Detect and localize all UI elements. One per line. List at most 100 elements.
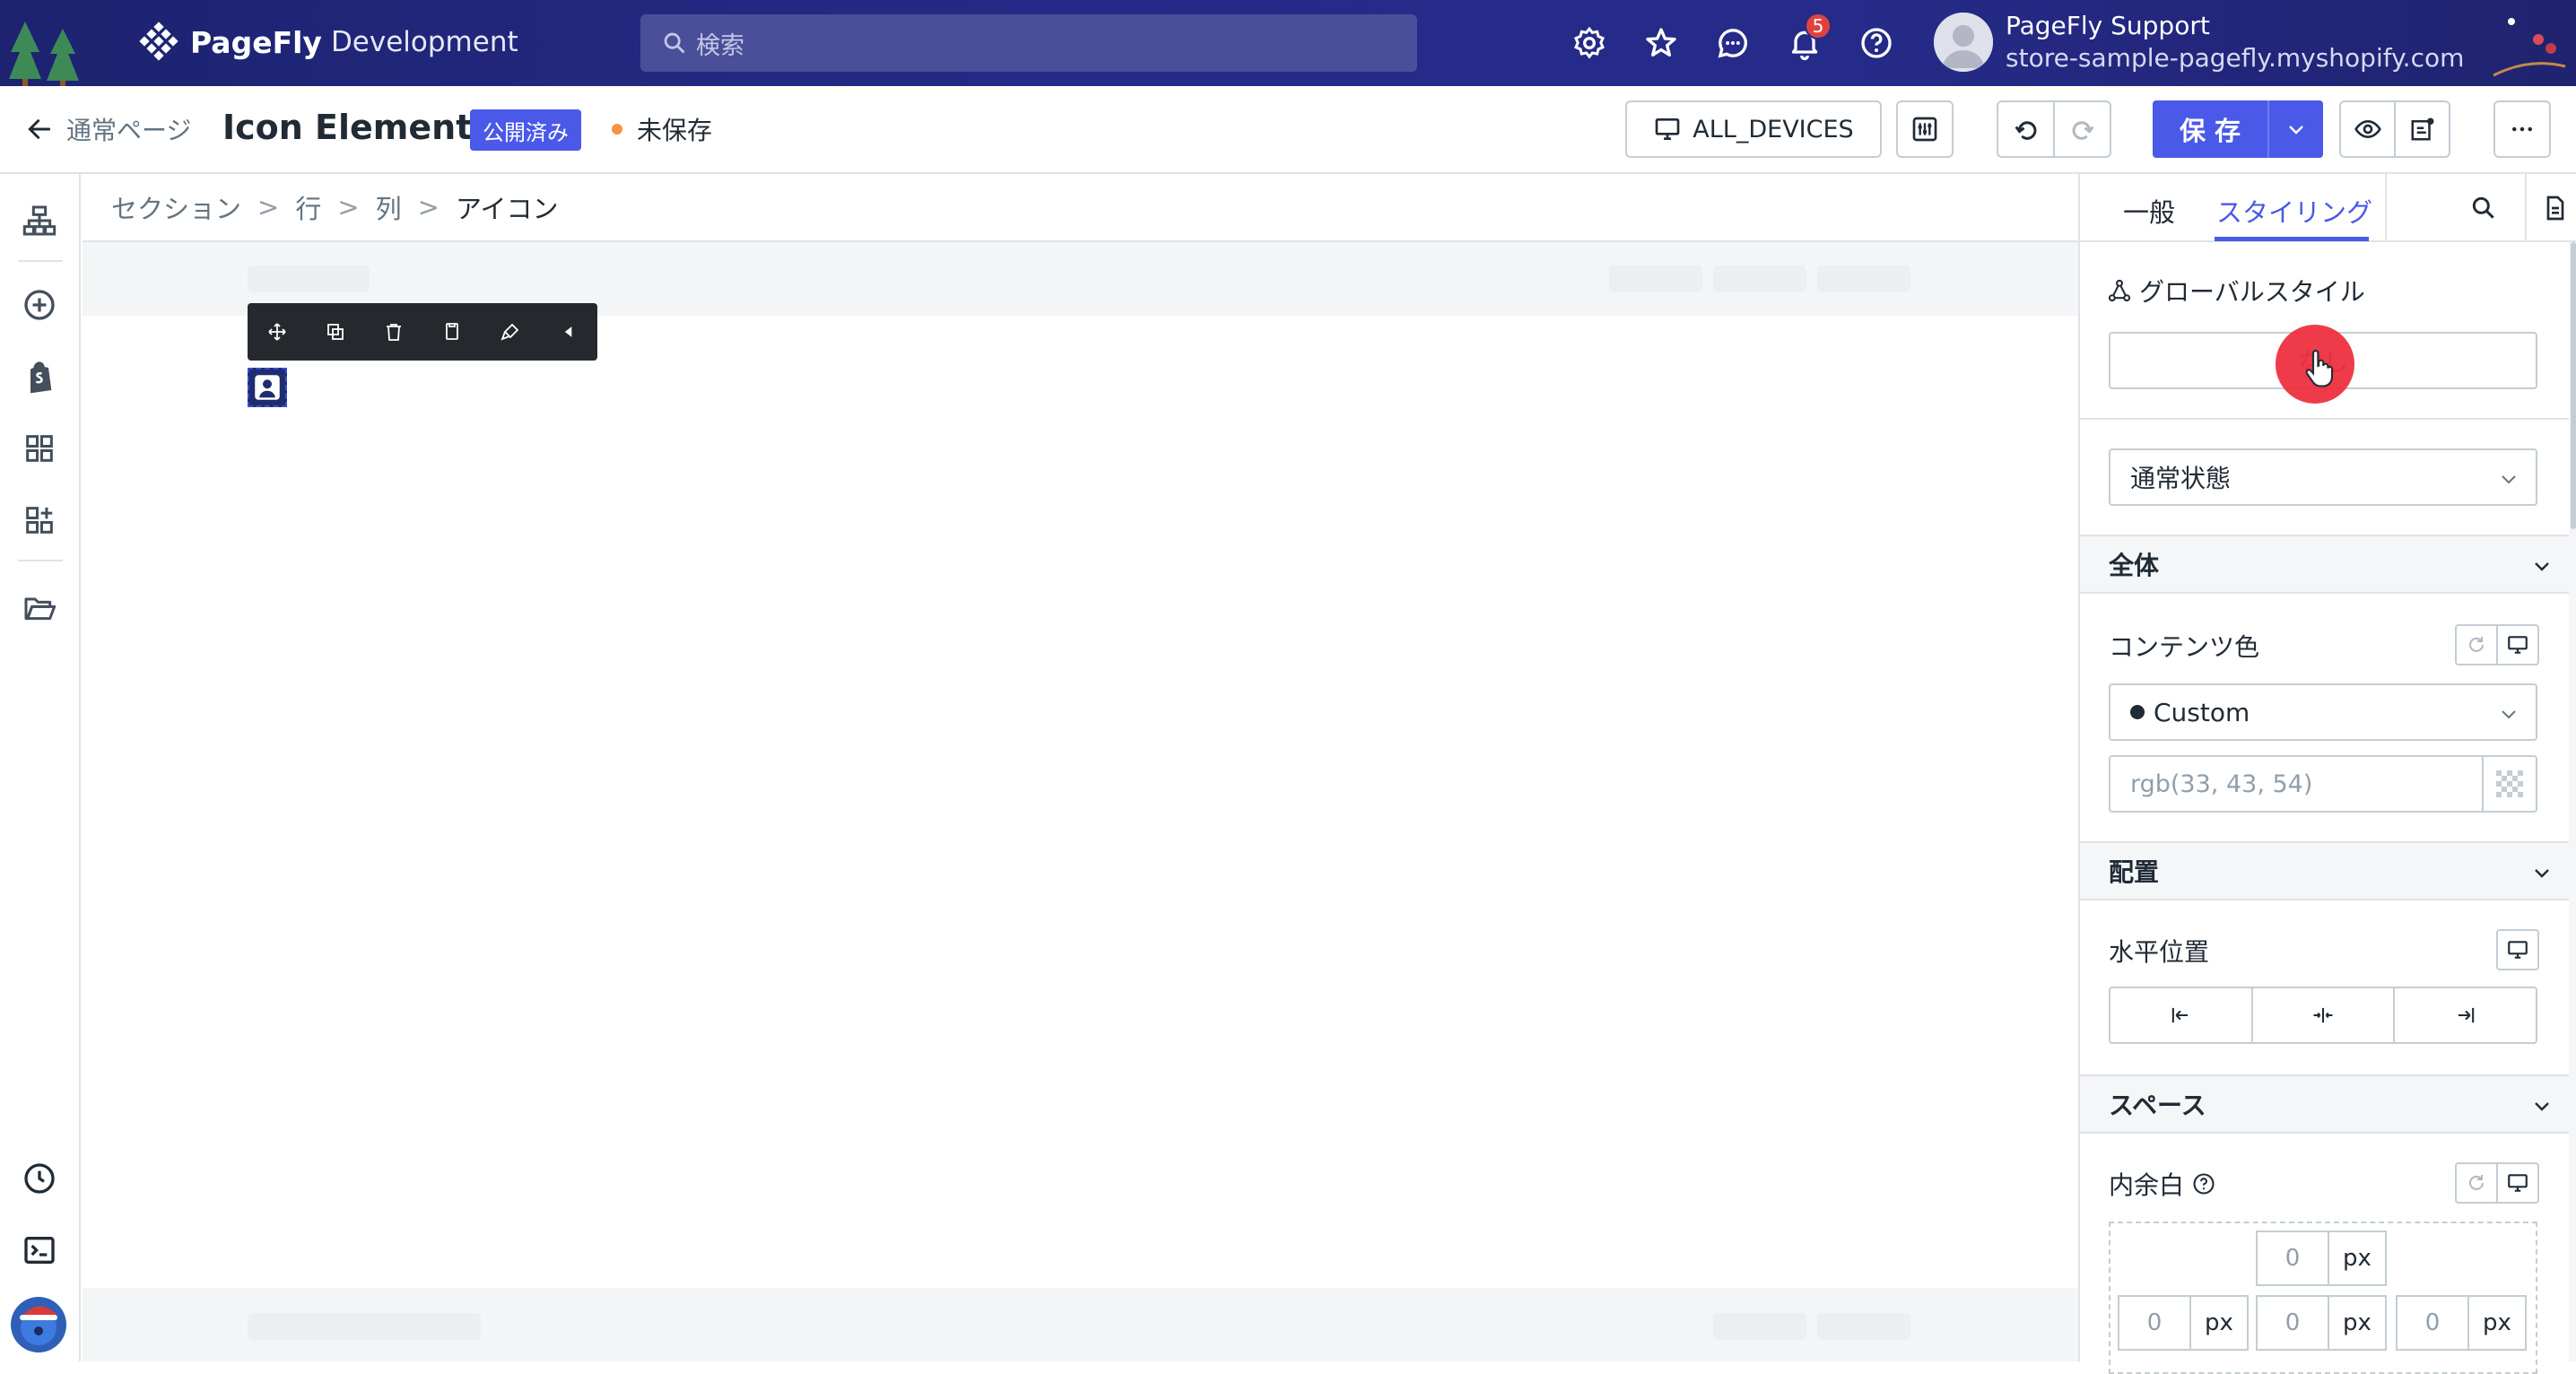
breadcrumb-item-column[interactable]: 列 xyxy=(376,188,402,226)
panel-scrollbar-thumb[interactable] xyxy=(2571,242,2576,529)
user-name[interactable]: PageFly Support xyxy=(2006,11,2210,40)
clipboard-copy-icon xyxy=(445,323,458,340)
color-picker-button[interactable] xyxy=(2482,755,2537,813)
padding-center-input[interactable]: 0 px xyxy=(2256,1295,2387,1351)
top-navigation-bar: PageFly Development 検索 5 PageFly Support… xyxy=(0,0,2576,86)
active-tab-indicator xyxy=(2215,237,2369,241)
add-element-icon[interactable] xyxy=(22,287,57,323)
reset-padding-button[interactable] xyxy=(2455,1162,2498,1204)
duplicate-icon xyxy=(326,324,344,340)
align-left-button[interactable] xyxy=(2110,988,2253,1042)
align-center-button[interactable] xyxy=(2253,988,2396,1042)
device-toggle-button[interactable] xyxy=(2496,1162,2539,1204)
save-button-group: 保 存 xyxy=(2153,100,2323,158)
content-color-label: コンテンツ色 xyxy=(2109,632,2260,662)
padding-top-value: 0 xyxy=(2258,1232,2329,1284)
reset-color-button[interactable] xyxy=(2455,624,2498,665)
color-mode-value: Custom xyxy=(2154,697,2250,727)
reset-icon xyxy=(2469,637,2484,652)
save-button[interactable]: 保 存 xyxy=(2153,100,2267,158)
user-avatar[interactable] xyxy=(1934,13,1993,72)
style-brush-button[interactable] xyxy=(481,303,539,361)
move-button[interactable] xyxy=(248,303,306,361)
code-terminal-icon[interactable] xyxy=(22,1232,57,1268)
breadcrumb: セクション > 行 > 列 > アイコン xyxy=(83,174,2078,242)
skeleton-bar xyxy=(1713,265,1806,292)
tab-styling[interactable]: スタイリング xyxy=(2216,192,2372,230)
page-publish-icon xyxy=(2411,117,2433,141)
align-left-icon xyxy=(2172,1007,2189,1023)
editor-canvas[interactable] xyxy=(83,242,2078,1361)
back-button[interactable]: 通常ページ xyxy=(25,111,191,147)
assistant-avatar[interactable] xyxy=(11,1297,66,1352)
state-select-value: 通常状態 xyxy=(2130,464,2232,493)
padding-left-input[interactable]: 0 px xyxy=(2118,1295,2249,1351)
breadcrumb-item-section[interactable]: セクション xyxy=(111,188,241,226)
help-circle-icon[interactable] xyxy=(2191,1171,2216,1196)
chevron-down-icon xyxy=(2535,1102,2549,1111)
sections-grid-icon[interactable] xyxy=(22,430,57,466)
color-value-input[interactable]: rgb(33, 43, 54) xyxy=(2109,755,2484,813)
padding-top-input[interactable]: 0 px xyxy=(2256,1231,2387,1286)
global-style-label: グローバルスタイル xyxy=(2139,277,2365,307)
unsaved-label: 未保存 xyxy=(637,116,713,145)
santa-bird-avatar-icon xyxy=(20,1306,57,1345)
skeleton-bar xyxy=(1817,265,1910,292)
breadcrumb-item-row[interactable]: 行 xyxy=(295,188,321,226)
tab-general[interactable]: 一般 xyxy=(2123,192,2175,230)
duplicate-button[interactable] xyxy=(306,303,364,361)
device-toggle-button[interactable] xyxy=(2496,624,2539,665)
collapse-toolbar-button[interactable] xyxy=(539,303,597,361)
section-overall-header[interactable]: 全体 xyxy=(2080,535,2569,594)
shopify-icon[interactable] xyxy=(22,359,57,395)
desktop-icon xyxy=(2508,941,2528,959)
reset-icon xyxy=(2469,1175,2484,1190)
search-input[interactable]: 検索 xyxy=(640,14,1417,72)
horizontal-align-group xyxy=(2109,987,2537,1044)
selected-icon-element[interactable] xyxy=(248,368,287,407)
redo-button[interactable] xyxy=(2055,102,2110,156)
publish-settings-button[interactable] xyxy=(2396,102,2449,156)
more-actions-button[interactable] xyxy=(2493,100,2551,158)
skeleton-bar xyxy=(1817,1313,1910,1340)
help-icon[interactable] xyxy=(1858,25,1894,61)
brand-logo[interactable]: PageFly Development xyxy=(138,22,518,63)
document-icon[interactable] xyxy=(2541,194,2570,222)
chevron-down-icon xyxy=(2535,562,2549,571)
add-ons-icon[interactable] xyxy=(22,502,57,538)
align-right-button[interactable] xyxy=(2395,988,2536,1042)
global-style-header: グローバルスタイル xyxy=(2107,273,2365,309)
copy-button[interactable] xyxy=(422,303,481,361)
delete-button[interactable] xyxy=(364,303,422,361)
undo-icon xyxy=(2015,121,2036,140)
history-clock-icon[interactable] xyxy=(22,1161,57,1196)
save-options-button[interactable] xyxy=(2267,100,2323,158)
page-settings-button[interactable] xyxy=(1896,100,1954,158)
panel-scrollbar[interactable] xyxy=(2569,242,2576,1361)
search-icon[interactable] xyxy=(2469,194,2498,222)
device-toggle-button[interactable] xyxy=(2496,929,2539,970)
brand-name: PageFly xyxy=(190,24,322,60)
color-mode-select[interactable]: Custom xyxy=(2109,683,2537,741)
padding-right-input[interactable]: 0 px xyxy=(2396,1295,2527,1351)
folder-open-icon[interactable] xyxy=(22,590,57,626)
caret-left-icon xyxy=(564,326,571,337)
section-space-header[interactable]: スペース xyxy=(2080,1074,2569,1134)
padding-left-value: 0 xyxy=(2119,1297,2191,1349)
editor-header: 通常ページ Icon Element 公開済み 未保存 ALL_DEVICES … xyxy=(0,86,2576,174)
skeleton-bar xyxy=(248,265,370,292)
undo-button[interactable] xyxy=(1998,102,2055,156)
chat-icon[interactable] xyxy=(1715,25,1751,61)
skeleton-bar xyxy=(1609,265,1702,292)
page-structure-icon[interactable] xyxy=(22,203,57,239)
star-icon[interactable] xyxy=(1643,25,1679,61)
arrow-left-icon xyxy=(28,119,51,139)
breadcrumb-item-icon: アイコン xyxy=(455,194,559,224)
state-select[interactable]: 通常状態 xyxy=(2109,448,2537,506)
breadcrumb-separator: > xyxy=(337,192,360,222)
preview-button[interactable] xyxy=(2341,102,2396,156)
device-selector-button[interactable]: ALL_DEVICES xyxy=(1625,100,1882,158)
section-alignment-header[interactable]: 配置 xyxy=(2080,841,2569,900)
settings-icon[interactable] xyxy=(1571,25,1607,61)
chevron-down-icon xyxy=(2289,126,2303,135)
